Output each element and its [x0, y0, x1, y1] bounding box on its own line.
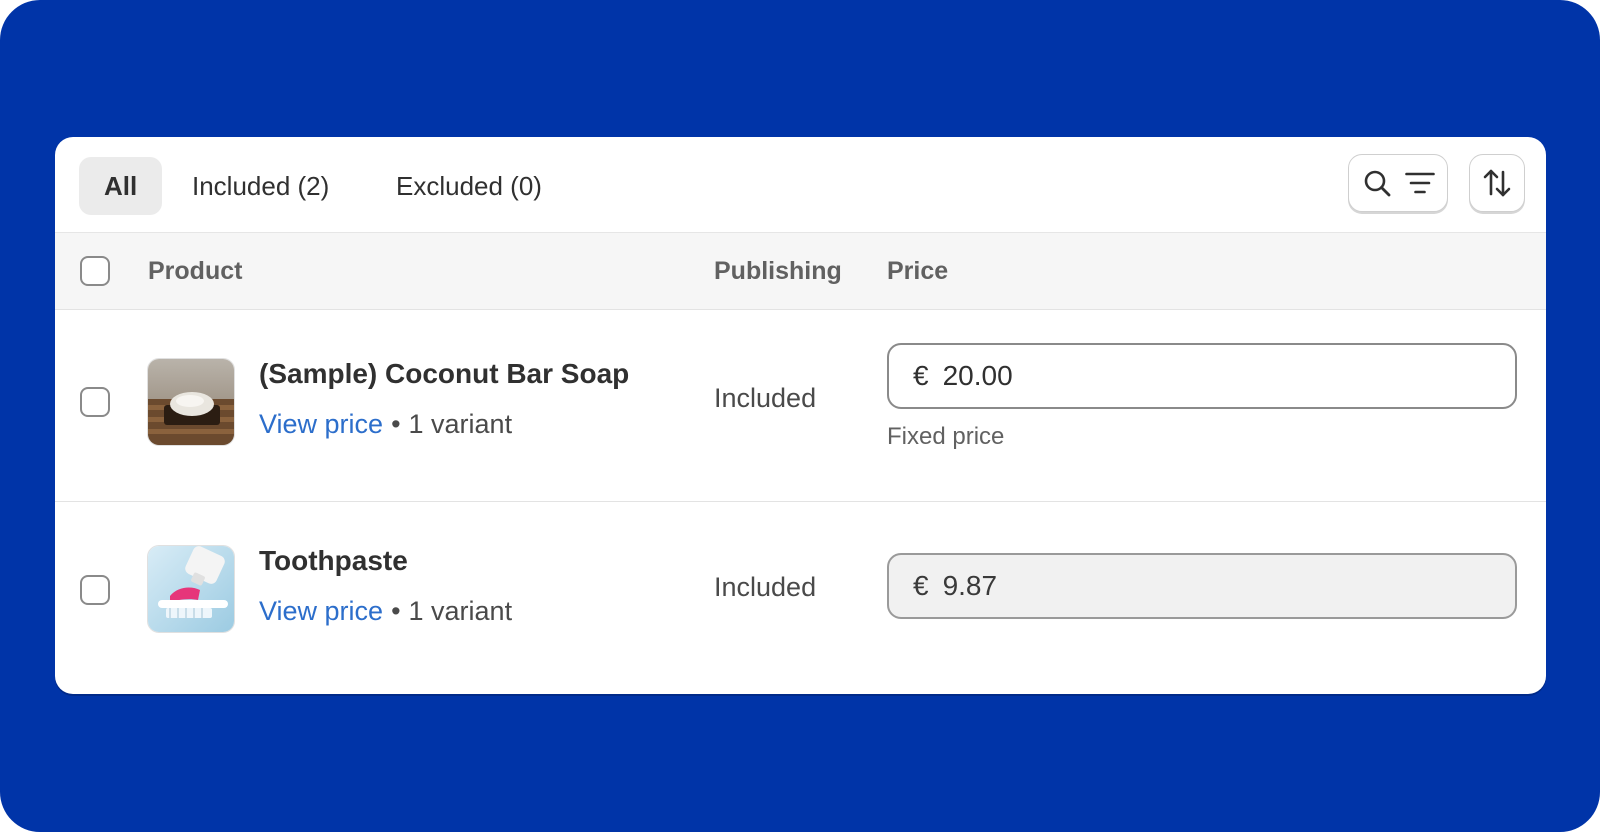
bullet-separator: • — [391, 596, 401, 626]
product-meta: View price • 1 variant — [259, 596, 512, 627]
sort-icon — [1483, 169, 1511, 197]
currency-symbol: € — [913, 570, 929, 601]
view-price-link[interactable]: View price — [259, 596, 383, 626]
column-header-publishing: Publishing — [714, 257, 842, 285]
product-meta: View price • 1 variant — [259, 409, 512, 440]
tab-all[interactable]: All — [79, 157, 163, 215]
price-type-note: Fixed price — [887, 423, 1005, 450]
product-thumbnail-soap[interactable] — [147, 358, 235, 446]
currency-symbol: € — [913, 360, 929, 391]
variant-count: 1 variant — [408, 409, 513, 439]
column-header-price: Price — [887, 257, 949, 285]
tab-excluded[interactable]: Excluded (0) — [371, 157, 567, 215]
bullet-separator: • — [391, 409, 401, 439]
publishing-status: Included — [714, 572, 817, 602]
row-checkbox[interactable] — [80, 575, 110, 605]
table-row: (Sample) Coconut Bar Soap View price • 1 v… — [55, 309, 1546, 502]
product-name[interactable]: (Sample) Coconut Bar Soap — [259, 358, 629, 390]
publishing-status: Included — [714, 383, 817, 413]
sort-button[interactable] — [1469, 154, 1525, 212]
price-input-disabled: €9.87 — [887, 553, 1517, 619]
table-row: Toothpaste View price • 1 variant Included… — [55, 502, 1546, 694]
product-price-list-card: All Included (2) Excluded (0) Product Pu… — [55, 137, 1546, 694]
product-name[interactable]: Toothpaste — [259, 545, 408, 577]
product-thumbnail-toothpaste[interactable] — [147, 545, 235, 633]
tab-included[interactable]: Included (2) — [167, 157, 354, 215]
variant-count: 1 variant — [408, 596, 513, 626]
select-all-checkbox[interactable] — [80, 256, 110, 286]
filter-icon — [1405, 172, 1435, 194]
row-checkbox[interactable] — [80, 387, 110, 417]
column-header-product: Product — [148, 257, 243, 285]
toothpaste-image — [148, 546, 234, 632]
search-icon — [1364, 170, 1391, 197]
search-filter-button[interactable] — [1348, 154, 1448, 212]
tab-bar: All Included (2) Excluded (0) — [55, 137, 1546, 232]
soap-image — [148, 359, 234, 445]
view-price-link[interactable]: View price — [259, 409, 383, 439]
price-value: 9.87 — [942, 570, 998, 601]
table-header: Product Publishing Price — [55, 232, 1546, 310]
price-value: 20.00 — [942, 360, 1013, 391]
price-input[interactable]: €20.00 — [887, 343, 1517, 409]
